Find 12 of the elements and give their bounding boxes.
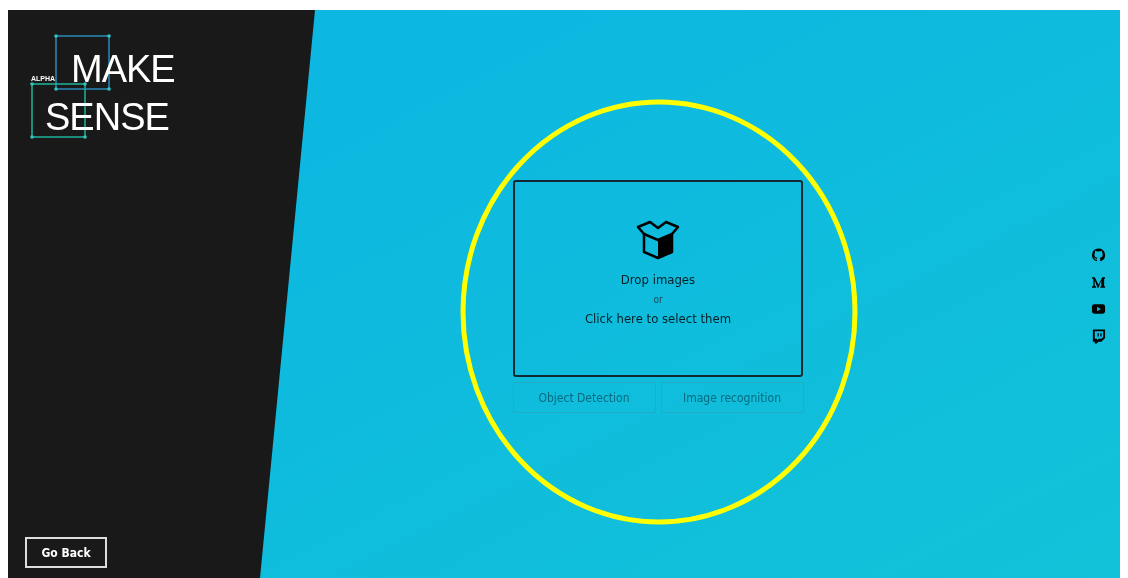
logo-text: MAKE [71, 50, 175, 88]
go-back-button[interactable]: Go Back [25, 537, 107, 568]
dropzone-title: Drop images [620, 272, 696, 288]
play-icon[interactable] [1091, 301, 1106, 317]
chat-icon[interactable] [1091, 328, 1106, 344]
medium-icon[interactable] [1091, 274, 1106, 290]
select-link[interactable]: Click here to select them [584, 311, 732, 327]
github-icon[interactable] [1091, 247, 1106, 263]
separator-text: or [653, 294, 663, 305]
box-icon [636, 220, 680, 260]
logo-text: SENSE [45, 98, 169, 136]
dropzone[interactable]: Drop images or Click here to select them [513, 180, 803, 377]
